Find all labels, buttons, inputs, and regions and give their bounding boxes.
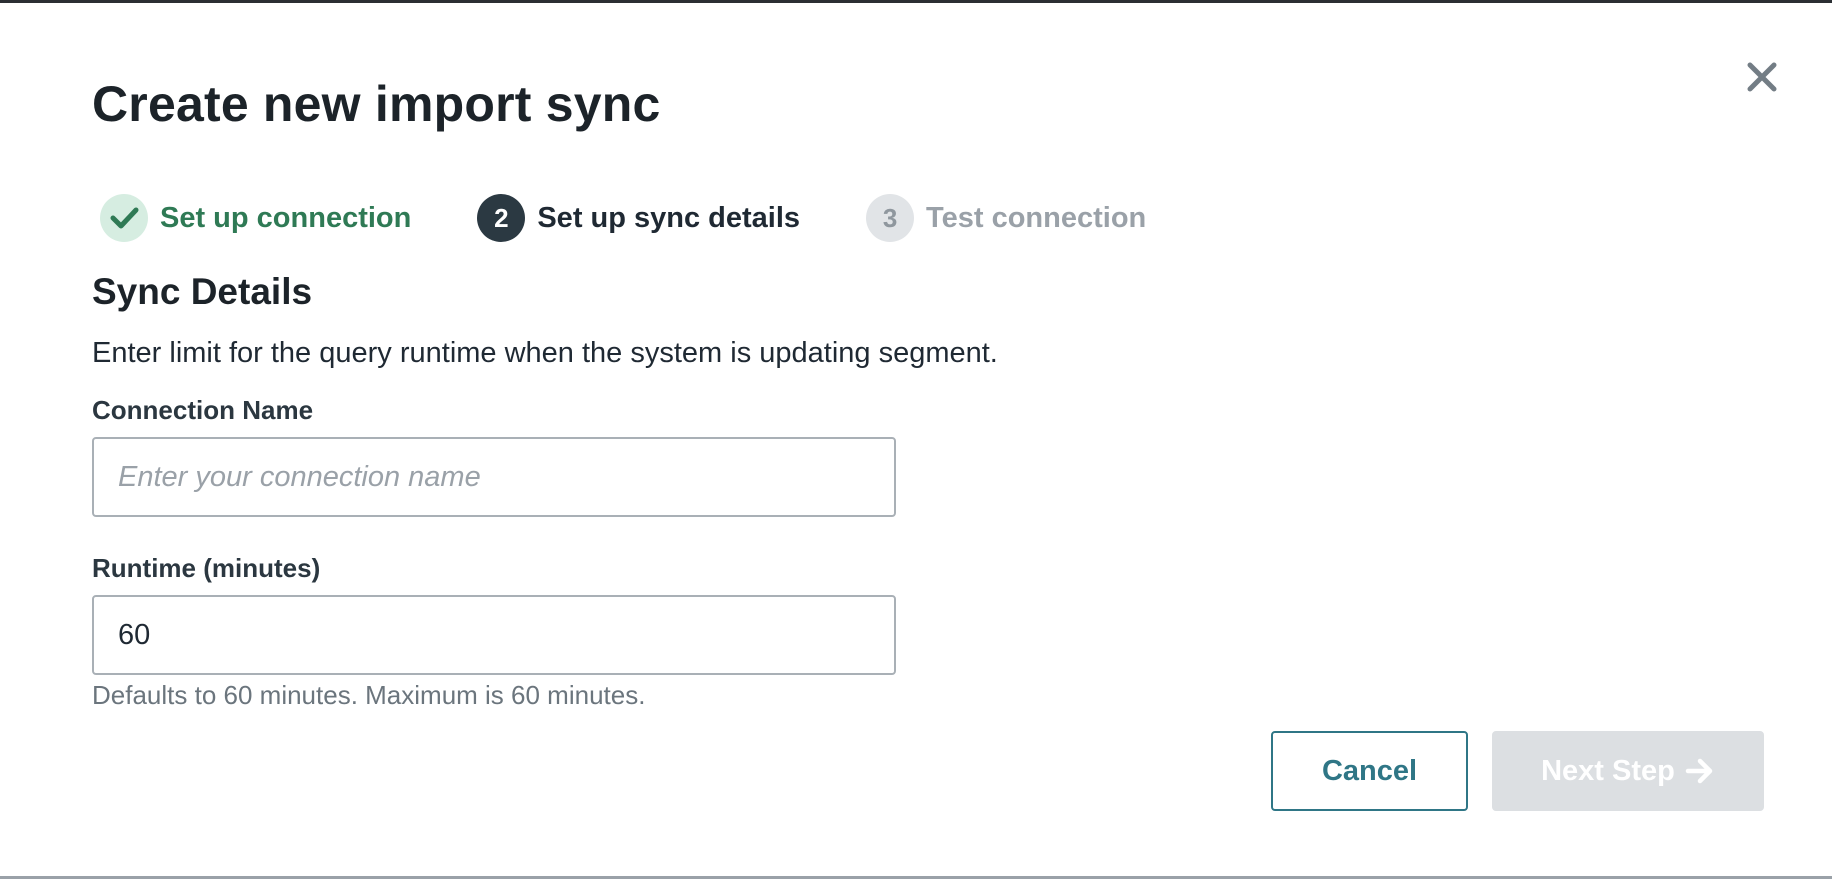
step-label: Set up sync details	[537, 201, 801, 234]
cancel-button-label: Cancel	[1321, 754, 1418, 787]
step-number: 2	[477, 194, 526, 242]
section-description: Enter limit for the query runtime when t…	[92, 337, 998, 369]
step-set-up-sync-details[interactable]: 2 Set up sync details	[477, 194, 800, 242]
runtime-label: Runtime (minutes)	[92, 553, 321, 583]
stepper: Set up connection 2 Set up sync details …	[100, 193, 1146, 243]
connection-name-label: Connection Name	[92, 395, 314, 425]
step-test-connection[interactable]: 3 Test connection	[866, 194, 1146, 242]
close-button[interactable]	[1744, 59, 1780, 95]
dialog-title: Create new import sync	[92, 76, 661, 132]
runtime-help-text: Defaults to 60 minutes. Maximum is 60 mi…	[92, 680, 646, 710]
check-icon	[100, 194, 148, 242]
step-label: Set up connection	[160, 201, 412, 234]
close-icon	[1747, 62, 1777, 92]
section-title: Sync Details	[92, 271, 313, 312]
next-step-button-label: Next Step	[1541, 754, 1675, 787]
arrow-right-icon	[1685, 757, 1715, 785]
step-number: 3	[866, 194, 915, 242]
import-sync-dialog: Create new import sync Set up connection…	[0, 3, 1832, 879]
step-set-up-connection[interactable]: Set up connection	[100, 194, 411, 242]
cancel-button[interactable]: Cancel	[1271, 731, 1468, 811]
connection-name-input[interactable]	[92, 437, 896, 517]
runtime-input[interactable]	[92, 595, 896, 675]
next-step-button[interactable]: Next Step	[1492, 731, 1764, 811]
step-label: Test connection	[926, 201, 1147, 234]
